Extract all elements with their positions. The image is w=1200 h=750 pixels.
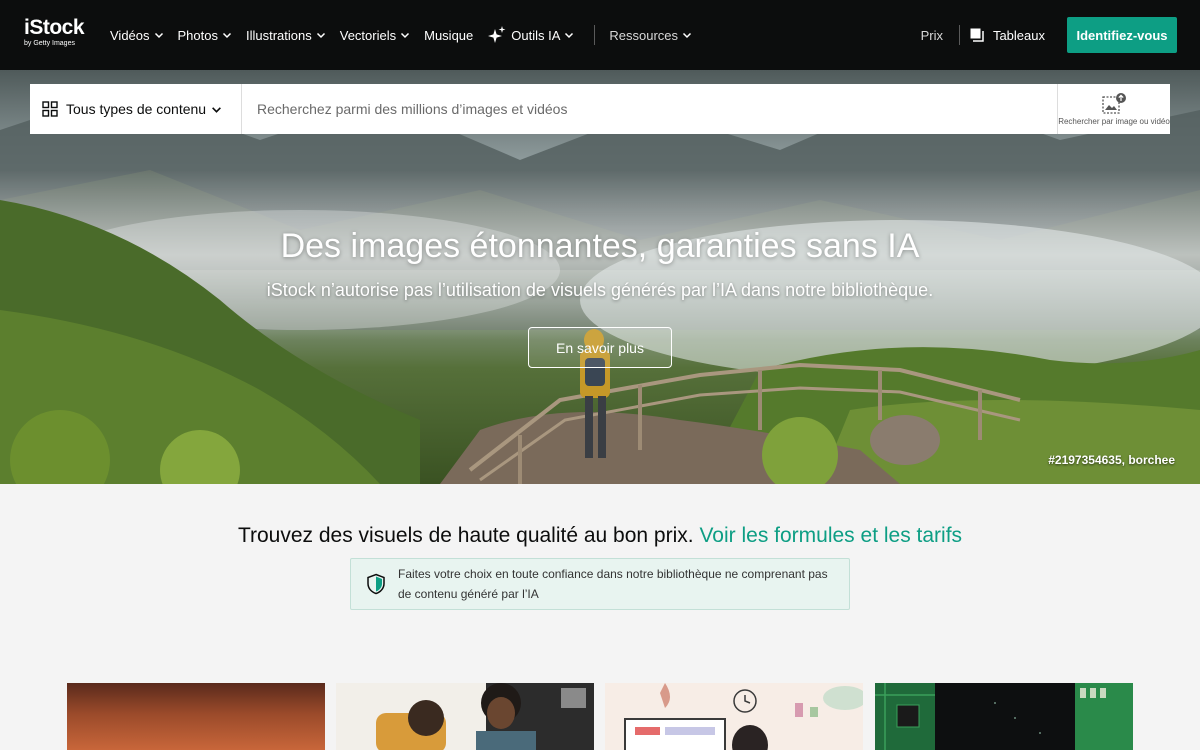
nav-item-ai-tools[interactable]: Outils IA bbox=[487, 25, 574, 45]
nav-item-label: Outils IA bbox=[511, 27, 561, 43]
hero-title: Des images étonnantes, garanties sans IA bbox=[280, 227, 920, 265]
nav-item-music[interactable]: Musique bbox=[424, 28, 473, 43]
grid-icon bbox=[42, 101, 58, 117]
nav-item-label: Ressources bbox=[609, 27, 679, 43]
hero-subtitle: iStock n’autorise pas l’utilisation de v… bbox=[266, 280, 934, 300]
boards-label: Tableaux bbox=[992, 27, 1045, 43]
visual-search-label: Rechercher par image ou vidéo bbox=[1058, 117, 1170, 126]
thumbnail-circuit-board[interactable] bbox=[875, 683, 1133, 750]
pricing-link[interactable]: Prix bbox=[921, 28, 943, 43]
ai-free-notice: Faites votre choix en toute confiance da… bbox=[350, 558, 850, 610]
chevron-down-icon bbox=[154, 32, 163, 39]
istock-logo[interactable]: iStock by Getty Images bbox=[24, 17, 94, 51]
nav-item-label: Musique bbox=[424, 27, 474, 43]
nav-item-videos[interactable]: Vidéos bbox=[110, 28, 164, 43]
chevron-down-icon bbox=[316, 32, 325, 39]
image-search-icon bbox=[1102, 93, 1126, 114]
pricing-plans-link[interactable]: Voir les formules et les tarifs bbox=[699, 524, 962, 547]
image-credit[interactable]: #2197354635, borchee bbox=[1048, 453, 1175, 467]
nav-item-illustrations[interactable]: Illustrations bbox=[246, 28, 326, 43]
boards-icon bbox=[970, 28, 984, 42]
hero-banner: Tous types de contenu Rechercher par ima… bbox=[0, 70, 1200, 484]
featured-thumbnails bbox=[67, 683, 1133, 750]
search-input[interactable] bbox=[242, 84, 1057, 134]
logo-brand: iStock bbox=[24, 16, 85, 39]
nav-item-label: Vectoriels bbox=[339, 27, 397, 43]
thumbnail-illustration-desk[interactable] bbox=[605, 683, 863, 750]
content-type-dropdown[interactable]: Tous types de contenu bbox=[30, 84, 242, 134]
main-nav: Vidéos Photos Illustrations Vectoriels M… bbox=[110, 0, 706, 70]
nav-item-resources[interactable]: Ressources bbox=[609, 28, 692, 43]
top-navigation-bar: iStock by Getty Images Vidéos Photos Ill… bbox=[0, 0, 1200, 70]
account-nav: Prix Tableaux Identifiez-vous bbox=[921, 0, 1200, 70]
thumbnail-sunset[interactable] bbox=[67, 683, 325, 750]
chevron-down-icon bbox=[212, 106, 222, 113]
nav-item-vectors[interactable]: Vectoriels bbox=[340, 28, 410, 43]
sign-in-button[interactable]: Identifiez-vous bbox=[1067, 17, 1177, 53]
nav-item-label: Vidéos bbox=[110, 27, 150, 43]
learn-more-button[interactable]: En savoir plus bbox=[528, 327, 672, 368]
visual-search-button[interactable]: Rechercher par image ou vidéo bbox=[1057, 84, 1170, 134]
chevron-down-icon bbox=[401, 32, 410, 39]
search-bar: Tous types de contenu Rechercher par ima… bbox=[30, 84, 1170, 134]
chevron-down-icon bbox=[683, 32, 692, 39]
tagline-text: Trouvez des visuels de haute qualité au … bbox=[237, 524, 694, 547]
content-type-label: Tous types de contenu bbox=[66, 101, 207, 117]
chevron-down-icon bbox=[222, 32, 232, 39]
logo-subtitle: by Getty Images bbox=[24, 40, 75, 47]
boards-link[interactable]: Tableaux bbox=[970, 28, 1045, 43]
nav-divider bbox=[594, 25, 596, 45]
sparkle-icon bbox=[488, 26, 506, 43]
shield-icon bbox=[367, 573, 385, 595]
thumbnail-people-kitchen[interactable] bbox=[336, 683, 594, 750]
nav-item-label: Photos bbox=[177, 27, 218, 43]
nav-divider bbox=[958, 25, 960, 45]
chevron-down-icon bbox=[565, 32, 574, 39]
nav-item-label: Illustrations bbox=[246, 27, 312, 43]
nav-item-photos[interactable]: Photos bbox=[178, 28, 232, 43]
ai-free-notice-text: Faites votre choix en toute confiance da… bbox=[398, 567, 828, 601]
pricing-tagline: Trouvez des visuels de haute qualité au … bbox=[0, 522, 1200, 550]
